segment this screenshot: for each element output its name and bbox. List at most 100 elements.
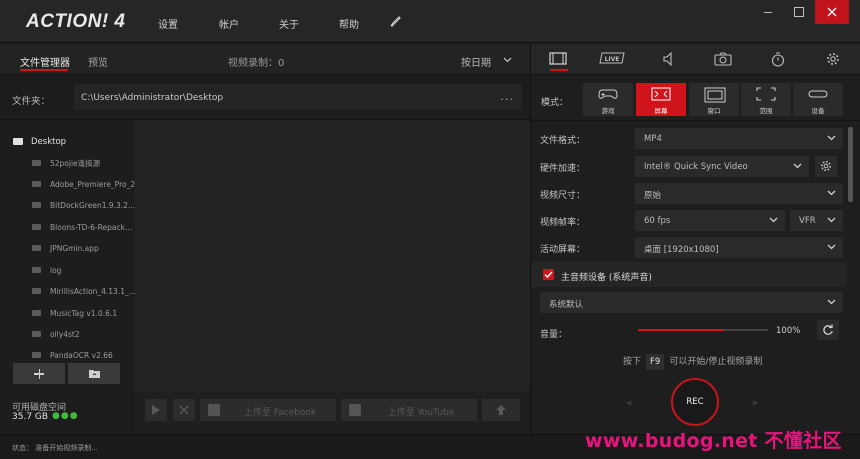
mode-screen-label: 屏幕 [654,107,668,115]
play-icon [152,405,160,415]
watermark: www.budog.net 不懂社区 [585,430,842,452]
menu-about[interactable]: 关于 [279,16,299,31]
settings-scrollbar[interactable] [848,127,853,202]
tree-item[interactable]: BitDockGreen1.9.3.2... [32,201,135,210]
file-list-area[interactable] [135,121,530,391]
menu-help[interactable]: 帮助 [339,16,359,31]
add-folder-button[interactable] [13,363,65,384]
maximize-button[interactable] [784,0,814,24]
tree-item[interactable]: log [32,266,135,275]
mode-selector: 模式： 游戏 屏幕 窗口 范围 设备 [531,76,860,121]
disk-status-indicator: ●●● [52,411,79,421]
camera-icon [714,52,732,66]
right-tab-bar: LIVE [531,44,860,75]
upload-button[interactable] [482,399,520,421]
record-button[interactable]: REC [671,378,719,426]
sort-dropdown[interactable]: 按日期 [461,54,491,69]
close-button[interactable] [815,0,849,24]
tab-screenshot[interactable] [696,44,750,75]
audio-device-checkbox[interactable] [543,269,554,280]
folder-icon [32,245,41,251]
browse-folder-button[interactable]: ... [501,90,515,103]
tab-preview[interactable]: 预览 [88,54,108,69]
tree-root-desktop[interactable]: Desktop [13,137,66,147]
mode-screen-button[interactable]: 屏幕 [636,83,686,116]
volume-value: 100% [776,326,801,336]
tab-settings[interactable] [806,44,860,75]
tab-file-manager[interactable]: 文件管理器 [20,54,70,69]
format-row: 文件格式： MP4 [531,124,847,151]
tab-active-indicator [20,69,68,71]
tree-item[interactable]: PandaOCR v2.66 [32,351,135,359]
folder-icon [32,331,41,337]
next-arrow-icon: ▶ [753,399,759,407]
format-label: 文件格式： [540,136,586,146]
folder-row: 文件夹： C:\Users\Administrator\Desktop ... [0,76,530,120]
hw-accel-row: 硬件加速： Intel® Quick Sync Video [531,152,847,179]
folder-path-field[interactable]: C:\Users\Administrator\Desktop ... [74,84,522,110]
folder-icon [32,310,41,316]
svg-text:LIVE: LIVE [605,56,620,63]
tree-item[interactable]: 52pojie逢搞源 [32,158,135,169]
mode-device-button[interactable]: 设备 [793,83,843,116]
chevron-down-icon[interactable] [503,57,512,63]
video-size-select[interactable]: 原始 [635,183,843,204]
record-area: 按下 F9 可以开始/停止视频录制 ◀ REC ▶ [531,344,860,434]
mode-area-button[interactable]: 范围 [741,83,791,116]
pen-icon[interactable] [388,13,404,29]
volume-reset-button[interactable] [817,320,839,340]
mode-area-label: 范围 [759,107,773,115]
stopwatch-icon [771,52,785,67]
audio-source-select[interactable]: 系统默认 [540,292,843,313]
fps-mode-select[interactable]: VFR [790,210,843,231]
folder-icon [32,352,41,358]
hw-accel-label: 硬件加速： [540,164,586,174]
active-screen-select[interactable]: 桌面 [1920x1080] [635,237,843,258]
minimize-button[interactable] [754,0,784,24]
hotkey-hint: 按下 F9 可以开始/停止视频录制 [623,354,762,370]
tab-live[interactable]: LIVE [585,44,639,75]
delete-button[interactable] [173,399,195,421]
menu-account[interactable]: 帐户 [219,16,239,31]
tree-item[interactable]: Adobe_Premiere_Pro_20 [32,180,135,189]
tree-item[interactable]: olly4st2 [32,330,135,339]
chevron-down-icon [827,190,836,196]
video-count: 视频录制：0 [228,58,285,69]
play-button[interactable] [145,399,167,421]
chevron-down-icon [793,163,802,169]
folder-icon [32,160,41,166]
chevron-down-icon [827,244,836,250]
upload-youtube-button[interactable]: 上传至 YouTube [341,399,477,421]
tree-item[interactable]: MusicTag v1.0.6.1 [32,309,135,318]
fps-select[interactable]: 60 fps [635,210,785,231]
mode-device-label: 设备 [811,107,825,115]
tab-audio[interactable] [641,44,695,75]
tree-item[interactable]: MirillisAction_4.13.1_... [32,287,135,296]
title-bar: ACTION! 4 设置 帐户 关于 帮助 [0,0,860,43]
hw-accel-settings-button[interactable] [815,156,837,177]
mode-label: 模式： [541,98,569,108]
folder-tree: Desktop 52pojie逢搞源 Adobe_Premiere_Pro_20… [0,121,135,359]
upload-icon [496,405,506,415]
volume-slider[interactable] [638,329,768,331]
format-select[interactable]: MP4 [635,128,843,149]
device-icon [808,90,828,98]
folder-label: 文件夹： [12,96,51,107]
tab-schedule[interactable] [751,44,805,75]
mode-window-button[interactable]: 窗口 [689,83,739,116]
active-screen-label: 活动屏幕： [540,245,586,255]
tree-item[interactable]: JPNGmin.app [32,244,135,253]
folder-path-text: C:\Users\Administrator\Desktop [81,93,224,103]
video-size-label: 视频尺寸： [540,191,586,201]
mode-game-button[interactable]: 游戏 [583,83,633,116]
chevron-down-icon [827,135,836,141]
chevron-down-icon [769,217,778,223]
live-icon: LIVE [599,52,625,64]
upload-facebook-button[interactable]: 上传至 Facebook [200,399,336,421]
fps-label: 视频帧率： [540,218,586,228]
menu-settings[interactable]: 设置 [158,16,178,31]
tab-video-recording[interactable] [531,44,585,75]
tree-item[interactable]: Bloons-TD-6-Repack... [32,223,135,232]
hw-accel-select[interactable]: Intel® Quick Sync Video [635,156,809,177]
open-folder-button[interactable] [68,363,120,384]
